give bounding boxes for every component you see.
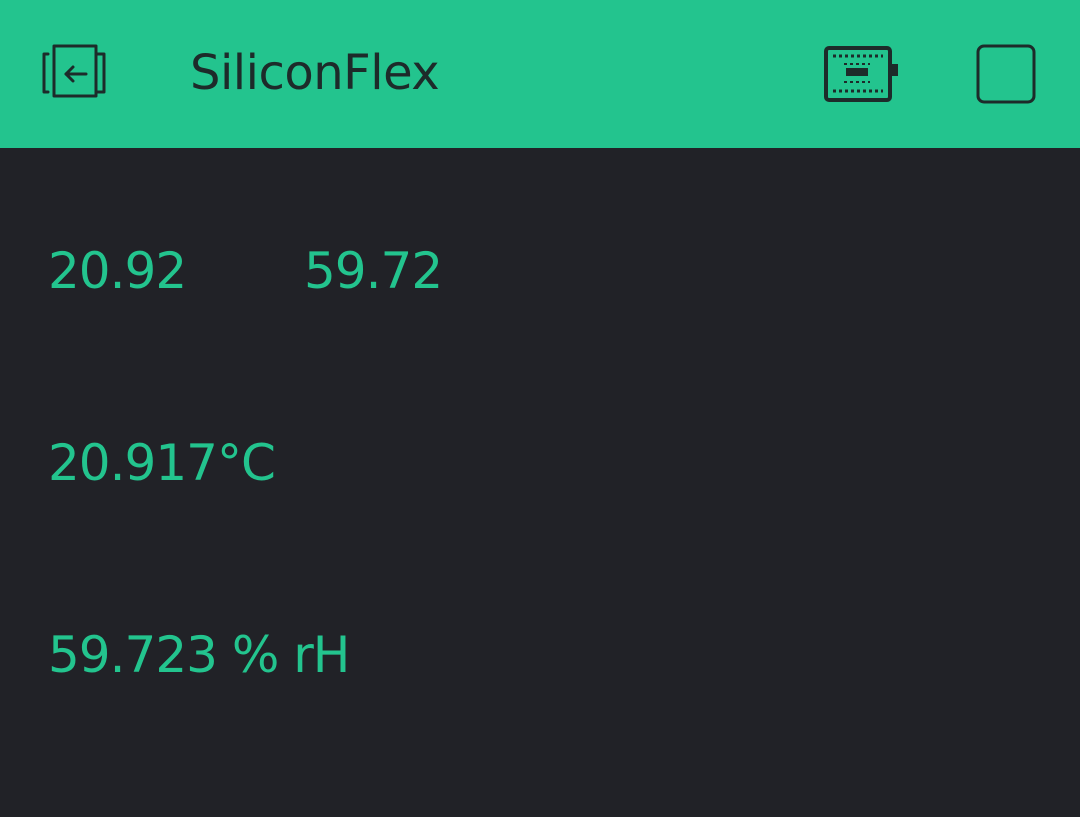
device-icon (824, 46, 898, 102)
top-bar: SiliconFlex (0, 0, 1080, 148)
humidity-value-short: 59.72 (304, 242, 443, 300)
device-button[interactable] (822, 44, 902, 106)
app-screen: SiliconFlex 20.92 59.72 20.917°C 59.723 … (0, 0, 1080, 817)
temperature-value-long: 20.917°C (48, 434, 276, 492)
stop-icon (976, 44, 1036, 104)
exit-button[interactable] (38, 40, 110, 108)
exit-icon (42, 44, 106, 98)
humidity-value-long: 59.723 % rH (48, 626, 350, 684)
page-title: SiliconFlex (190, 45, 440, 101)
temperature-value-short: 20.92 (48, 242, 187, 300)
stop-button[interactable] (974, 42, 1038, 106)
